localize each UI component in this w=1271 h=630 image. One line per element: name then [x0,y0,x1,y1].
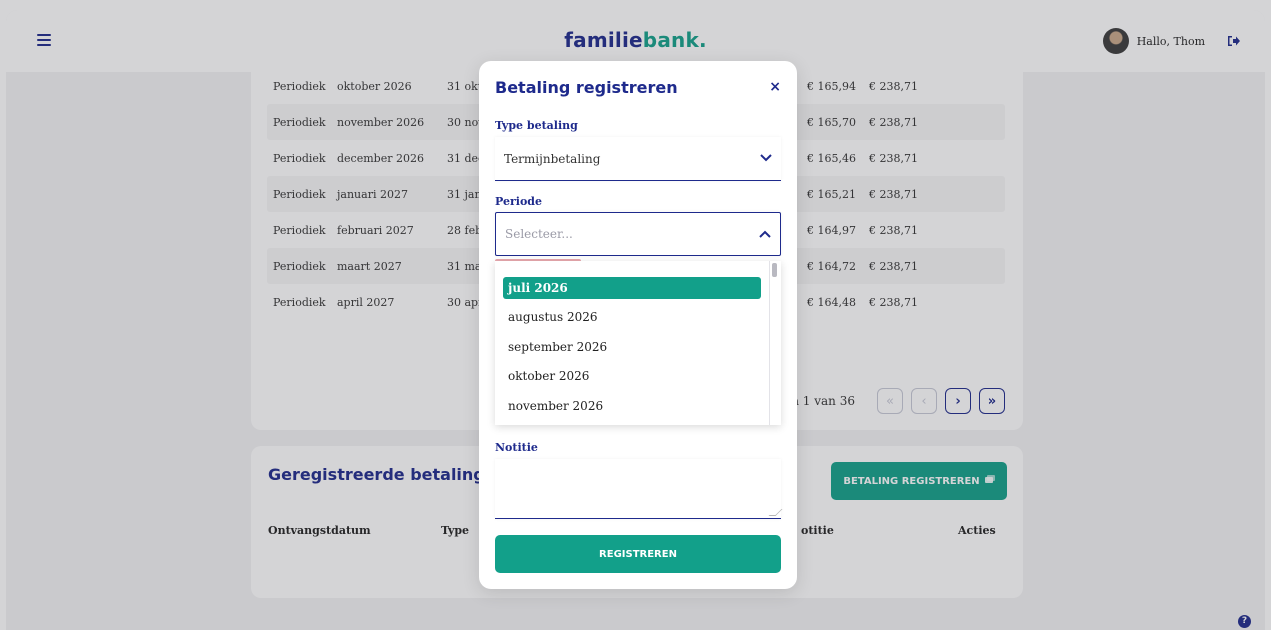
type-select[interactable]: Termijnbetaling [495,137,781,181]
dropdown-scroll-track [769,261,770,425]
period-option[interactable]: augustus 2026 [503,306,761,328]
close-icon[interactable]: × [769,79,781,95]
submit-button[interactable]: REGISTREREN [495,535,781,573]
period-placeholder: Selecteer... [505,227,573,241]
period-option[interactable]: november 2026 [503,395,761,417]
chevron-up-icon [759,228,771,241]
period-option[interactable]: oktober 2026 [503,365,761,387]
note-textarea[interactable] [495,459,783,519]
chevron-down-icon [760,152,772,165]
period-option[interactable]: september 2026 [503,336,761,358]
modal-title: Betaling registreren [495,78,678,97]
type-value: Termijnbetaling [504,151,601,166]
period-option[interactable]: juli 2026 [503,277,761,299]
note-label: Notitie [495,441,538,454]
period-select[interactable]: Selecteer... [495,212,781,256]
period-dropdown[interactable]: juli 2026 augustus 2026 september 2026 o… [495,261,781,425]
type-label: Type betaling [495,119,578,132]
dropdown-scrollbar[interactable] [772,263,777,277]
period-label: Periode [495,195,542,208]
resize-handle-icon[interactable] [768,509,783,516]
register-payment-modal: Betaling registreren × Type betaling Ter… [479,61,797,589]
